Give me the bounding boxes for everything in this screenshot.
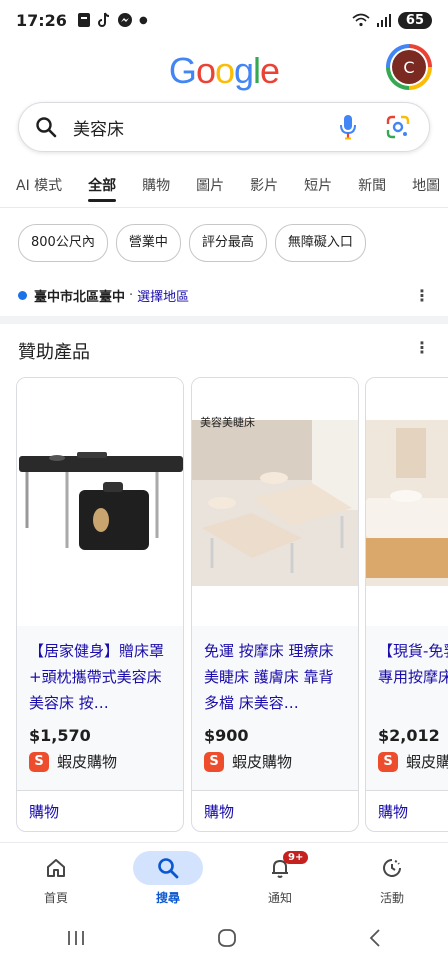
filter-chips: 800公尺內 營業中 評分最高 無障礙入口 xyxy=(18,224,366,262)
sponsored-title: 贊助產品 xyxy=(18,342,90,363)
status-time: 17:26 xyxy=(16,10,67,30)
home-icon xyxy=(47,859,65,877)
tab-images[interactable]: 圖片 xyxy=(196,170,224,207)
nav-home-label: 首頁 xyxy=(43,891,68,905)
product-store: S 蝦皮購物 xyxy=(378,751,448,772)
nav-activity-label: 活動 xyxy=(379,891,404,905)
avatar-letter: C xyxy=(392,50,426,84)
product-card[interactable]: 【居家健身】贈床罩+頭枕攜帶式美容床 美容床 按… $1,570 S 蝦皮購物 … xyxy=(16,377,184,832)
section-divider xyxy=(0,316,448,324)
shop-button[interactable]: 購物 xyxy=(192,790,358,831)
product-info: 【居家健身】贈床罩+頭枕攜帶式美容床 美容床 按… $1,570 S 蝦皮購物 xyxy=(17,626,183,790)
system-navigation-bar xyxy=(0,916,448,960)
sponsored-more-icon[interactable]: ⋮ xyxy=(414,338,430,357)
home-button-icon[interactable] xyxy=(217,928,237,948)
location-row: 臺中市北區臺中 · 選擇地區 ⋮ xyxy=(0,280,448,310)
microphone-icon xyxy=(340,115,356,140)
dot-icon: ● xyxy=(138,14,148,26)
product-title[interactable]: 【現貨-免乳膠美容床專用按摩床 xyxy=(378,638,448,716)
tab-shopping[interactable]: 購物 xyxy=(142,170,170,207)
tab-news[interactable]: 新聞 xyxy=(358,170,386,207)
location-more-icon[interactable]: ⋮ xyxy=(414,286,430,305)
search-tabs: AI 模式 全部 購物 圖片 影片 短片 新聞 地圖 xyxy=(0,170,448,208)
product-info: 【現貨-免乳膠美容床專用按摩床 $2,012 S 蝦皮購物 xyxy=(366,626,448,790)
product-image[interactable] xyxy=(366,378,448,626)
nav-search[interactable]: 搜尋 xyxy=(112,843,224,916)
tiktok-icon xyxy=(97,12,109,27)
status-bar: 17:26 ● 65 xyxy=(0,0,448,40)
search-bar[interactable]: 美容床 xyxy=(18,102,430,152)
account-avatar[interactable]: C xyxy=(386,44,432,90)
tab-maps[interactable]: 地圖 xyxy=(412,170,440,207)
file-icon xyxy=(77,13,90,27)
product-carousel[interactable]: 【居家健身】贈床罩+頭枕攜帶式美容床 美容床 按… $1,570 S 蝦皮購物 … xyxy=(16,377,448,832)
massage-table-image xyxy=(19,452,183,550)
image-caption: 美容美睫床 xyxy=(200,416,255,429)
logo-letter: l xyxy=(253,50,261,91)
logo-letter: g xyxy=(234,50,254,91)
nav-notifications[interactable]: 9+ 通知 xyxy=(224,843,336,916)
bottom-navigation: 首頁 搜尋 9+ 通知 活動 xyxy=(0,842,448,916)
chip-open-now[interactable]: 營業中 xyxy=(115,224,181,262)
beauty-bed-image xyxy=(366,420,448,586)
product-title[interactable]: 免運 按摩床 理療床 美睫床 護膚床 靠背多檔 床美容… xyxy=(204,638,346,716)
store-name: 蝦皮購物 xyxy=(232,753,293,771)
logo-letter: o xyxy=(214,50,235,91)
tab-short-videos[interactable]: 短片 xyxy=(304,170,332,207)
nav-search-label: 搜尋 xyxy=(155,891,180,905)
product-title[interactable]: 【居家健身】贈床罩+頭枕攜帶式美容床 美容床 按… xyxy=(29,638,171,716)
location-name: 臺中市北區臺中 xyxy=(34,289,126,305)
nav-home[interactable]: 首頁 xyxy=(0,843,112,916)
search-icon xyxy=(36,117,57,138)
activity-icon xyxy=(383,859,401,877)
location-dot-icon xyxy=(18,290,27,300)
chip-within-800m[interactable]: 800公尺內 xyxy=(18,224,108,262)
search-icon xyxy=(158,858,179,879)
tab-all[interactable]: 全部 xyxy=(88,170,117,207)
chip-top-rated[interactable]: 評分最高 xyxy=(188,224,267,262)
logo-letter: o xyxy=(195,50,216,91)
choose-area-link[interactable]: 選擇地區 xyxy=(137,286,189,305)
nav-activity[interactable]: 活動 xyxy=(336,843,448,916)
product-price: $900 xyxy=(204,726,249,745)
shopee-icon: S xyxy=(29,751,49,772)
google-lens-button[interactable] xyxy=(383,112,413,142)
recent-apps-icon[interactable] xyxy=(66,929,86,947)
logo-letter: e xyxy=(260,50,280,91)
nav-notifications-label: 通知 xyxy=(267,891,292,905)
product-image[interactable]: 美容美睫床 xyxy=(192,378,358,626)
status-notification-icons: ● xyxy=(77,12,148,28)
logo-letter: G xyxy=(168,50,197,91)
messenger-icon xyxy=(117,13,132,27)
voice-search-button[interactable] xyxy=(333,112,363,142)
tab-ai-mode[interactable]: AI 模式 xyxy=(16,170,62,207)
shop-button[interactable]: 購物 xyxy=(17,790,183,831)
shop-button[interactable]: 購物 xyxy=(366,790,448,831)
tab-videos[interactable]: 影片 xyxy=(250,170,278,207)
product-card[interactable]: 美容美睫床 免運 按摩床 理療床 美睫床 護膚床 靠背多檔 床美容… $900 … xyxy=(191,377,359,832)
product-image[interactable] xyxy=(17,378,183,626)
shopee-icon: S xyxy=(204,751,224,772)
wifi-icon xyxy=(352,13,370,27)
search-query[interactable]: 美容床 xyxy=(73,115,333,140)
product-store: S 蝦皮購物 xyxy=(204,751,346,772)
google-logo[interactable]: Google xyxy=(0,50,448,92)
product-price: $1,570 xyxy=(29,726,91,745)
back-icon[interactable] xyxy=(368,928,382,948)
notification-badge: 9+ xyxy=(283,851,309,864)
status-right: 65 xyxy=(352,11,432,29)
product-info: 免運 按摩床 理療床 美睫床 護膚床 靠背多檔 床美容… $900 S 蝦皮購物 xyxy=(192,626,358,790)
header: Google C xyxy=(0,44,448,100)
store-name: 蝦皮購物 xyxy=(57,753,118,771)
shopee-icon: S xyxy=(378,751,398,772)
location-separator: · xyxy=(129,287,134,303)
signal-icon xyxy=(376,14,391,27)
store-name: 蝦皮購物 xyxy=(406,753,448,771)
lens-icon xyxy=(386,115,410,139)
product-store: S 蝦皮購物 xyxy=(29,751,171,772)
product-card[interactable]: 【現貨-免乳膠美容床專用按摩床 $2,012 S 蝦皮購物 購物 xyxy=(365,377,448,832)
battery-level: 65 xyxy=(397,11,432,29)
product-price: $2,012 xyxy=(378,726,440,745)
chip-accessible[interactable]: 無障礙入口 xyxy=(274,224,366,262)
